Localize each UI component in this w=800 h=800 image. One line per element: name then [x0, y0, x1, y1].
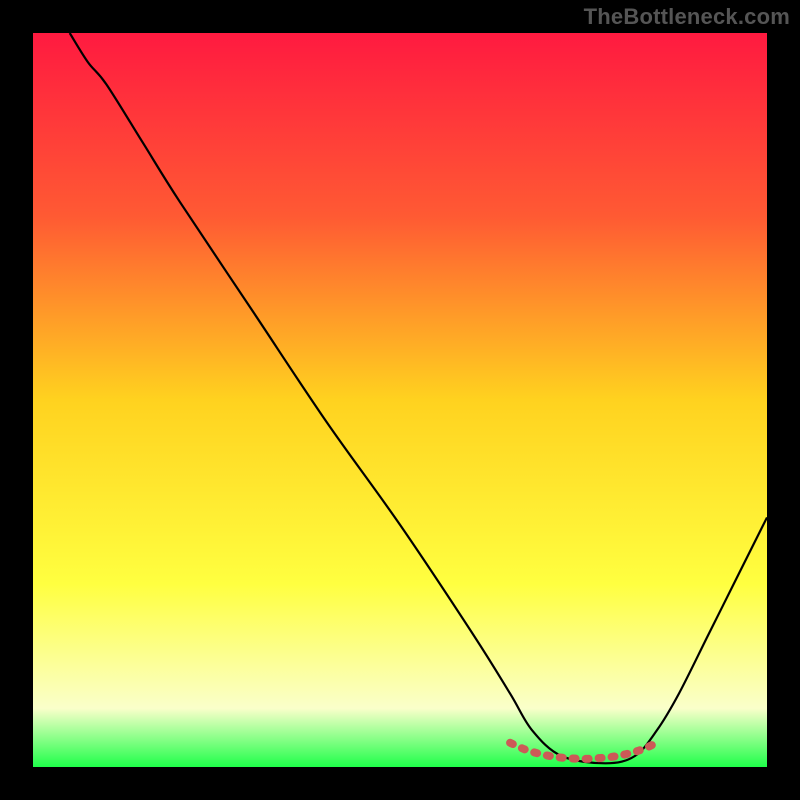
- chart-frame: TheBottleneck.com: [0, 0, 800, 800]
- watermark-text: TheBottleneck.com: [584, 4, 790, 30]
- bottleneck-chart: [0, 0, 800, 800]
